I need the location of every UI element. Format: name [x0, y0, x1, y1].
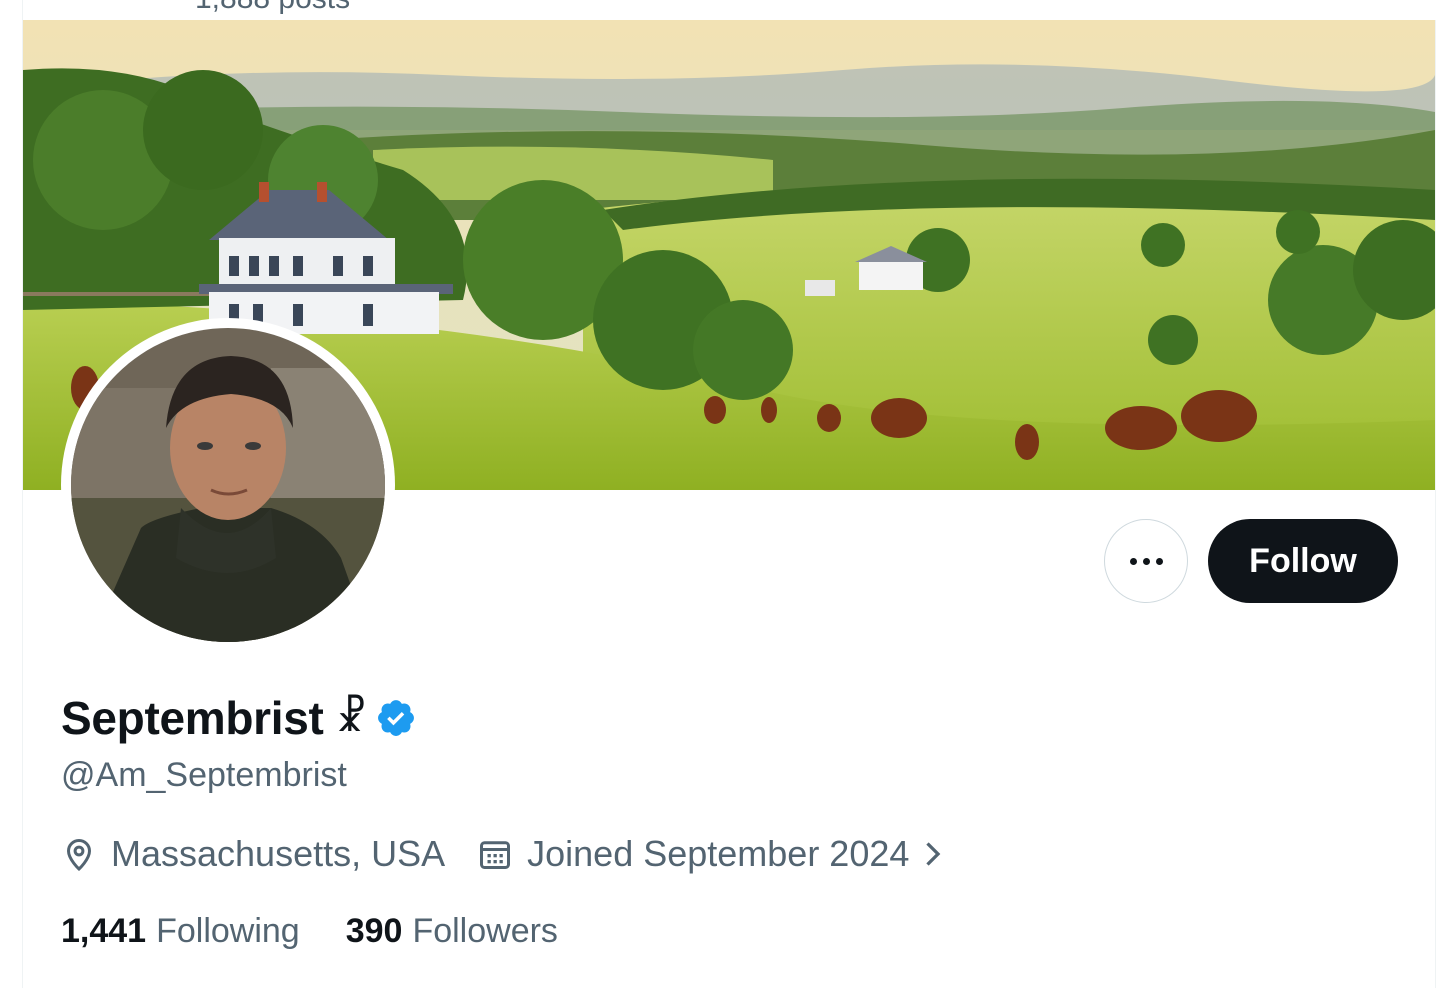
more-dots-icon	[1129, 557, 1163, 565]
profile-meta: Massachusetts, USA Joined September 2024	[61, 830, 957, 878]
joined-item[interactable]: Joined September 2024	[477, 833, 957, 875]
joined-text: Joined September 2024	[527, 833, 910, 874]
followers-label: Followers	[412, 912, 558, 950]
location-text: Massachusetts, USA	[111, 833, 446, 874]
following-label: Following	[156, 912, 300, 950]
followers-count: 390	[345, 912, 403, 950]
followers-link[interactable]: 390 Followers	[346, 912, 558, 951]
calendar-icon	[480, 841, 511, 869]
following-link[interactable]: 1,441 Following	[61, 912, 300, 951]
avatar-image	[71, 328, 385, 642]
chevron-right-icon	[926, 842, 941, 866]
map-pin-icon	[66, 839, 92, 872]
follow-stats: 1,441 Following 390 Followers	[61, 912, 558, 951]
profile-handle: @Am_Septembrist	[61, 756, 347, 794]
more-button[interactable]	[1104, 519, 1188, 603]
location-item: Massachusetts, USA	[61, 833, 445, 875]
profile-column: 1,888 posts	[22, 0, 1437, 988]
verified-badge-icon[interactable]	[375, 697, 417, 739]
name-row: Septembrist ☧	[61, 690, 417, 746]
name-symbol: ☧	[335, 695, 367, 741]
follow-button[interactable]: Follow	[1208, 519, 1398, 603]
display-name: Septembrist	[61, 692, 324, 744]
profile-avatar[interactable]	[61, 318, 395, 652]
header-strip: 1,888 posts	[23, 0, 1437, 20]
following-count: 1,441	[61, 912, 147, 950]
posts-count: 1,888 posts	[195, 0, 350, 16]
